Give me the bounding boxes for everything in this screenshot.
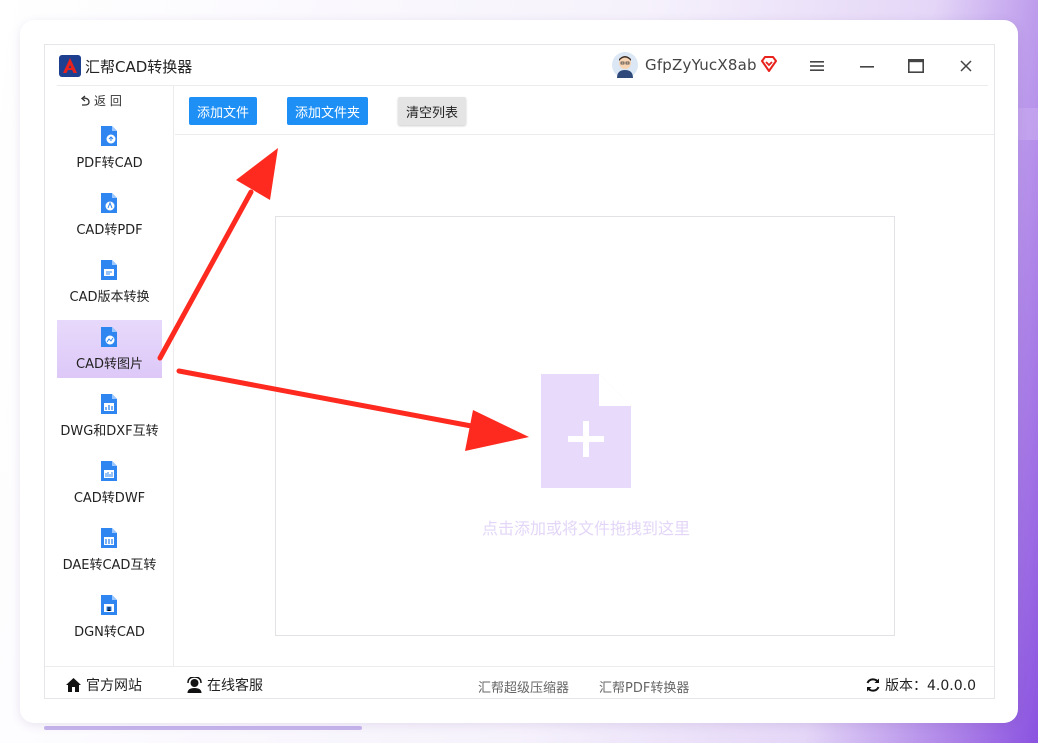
close-button[interactable] xyxy=(955,55,977,77)
add-folder-button[interactable]: 添加文件夹 xyxy=(287,97,368,125)
dae-cad-icon xyxy=(101,528,117,548)
sidebar-item-label: DAE转CAD互转 xyxy=(62,558,157,573)
online-support-link[interactable]: 在线客服 xyxy=(186,675,263,695)
file-drop-zone[interactable]: 点击添加或将文件拖拽到这里 xyxy=(275,216,895,636)
hamburger-icon xyxy=(810,61,824,71)
cad-version-icon xyxy=(101,260,117,280)
sidebar-item-cad-to-pdf[interactable]: CAD转PDF xyxy=(57,186,162,244)
back-button[interactable]: 返 回 xyxy=(79,92,122,109)
official-website-label: 官方网站 xyxy=(86,678,142,694)
add-file-icon xyxy=(541,374,631,488)
online-support-label: 在线客服 xyxy=(207,678,263,694)
refresh-icon xyxy=(866,678,880,692)
clear-list-button[interactable]: 清空列表 xyxy=(398,97,466,125)
avatar[interactable] xyxy=(612,52,638,78)
pdf-to-cad-icon xyxy=(101,126,117,146)
sidebar-item-cad-version[interactable]: CAD版本转换 xyxy=(57,253,162,311)
sidebar-item-label: DGN转CAD xyxy=(74,625,145,640)
maximize-button[interactable] xyxy=(905,55,927,77)
cad-to-pdf-icon xyxy=(101,193,117,213)
background-decoration xyxy=(44,726,362,730)
toolbar: 添加文件 添加文件夹 清空列表 xyxy=(175,86,994,135)
minimize-icon xyxy=(860,66,874,68)
sidebar-item-label: PDF转CAD xyxy=(76,156,143,171)
sidebar-item-pdf-to-cad[interactable]: PDF转CAD xyxy=(57,119,162,177)
back-arrow-icon xyxy=(80,95,90,106)
app-window: 汇帮CAD转换器 GfpZyYucX8ab 返 回 PDF转CAD CAD转PD… xyxy=(44,44,995,699)
cad-to-image-icon xyxy=(101,327,117,347)
version-info[interactable]: 版本：4.0.0.0 xyxy=(865,675,976,695)
drop-hint: 点击添加或将文件拖拽到这里 xyxy=(481,519,690,538)
version-label: 版本：4.0.0.0 xyxy=(885,678,976,694)
sidebar-item-dwg-dxf[interactable]: DWG和DXF互转 xyxy=(57,387,162,445)
sidebar-item-label: CAD转PDF xyxy=(76,223,143,238)
sidebar-item-label: CAD转DWF xyxy=(73,491,146,506)
maximize-icon xyxy=(908,59,924,73)
app-logo-icon xyxy=(59,55,81,77)
official-website-link[interactable]: 官方网站 xyxy=(65,675,142,695)
dwg-dxf-icon xyxy=(101,394,117,414)
sidebar-item-label: CAD版本转换 xyxy=(69,290,150,305)
sidebar-item-label: CAD转图片 xyxy=(76,357,143,372)
close-icon xyxy=(960,60,972,72)
pdf-converter-link[interactable]: 汇帮PDF转换器 xyxy=(599,677,689,696)
dgn-cad-icon xyxy=(101,595,117,615)
back-label: 返 回 xyxy=(94,94,122,108)
customer-service-icon xyxy=(187,677,202,693)
sidebar-item-cad-to-image[interactable]: CAD转图片 xyxy=(57,320,162,378)
footer: 官方网站 在线客服 汇帮超级压缩器 汇帮PDF转换器 版本：4.0.0.0 xyxy=(45,666,994,699)
title-bar: 汇帮CAD转换器 GfpZyYucX8ab xyxy=(45,45,994,87)
sidebar-item-label: DWG和DXF互转 xyxy=(60,424,159,439)
add-file-button[interactable]: 添加文件 xyxy=(189,97,257,125)
menu-button[interactable] xyxy=(806,55,828,77)
username[interactable]: GfpZyYucX8ab xyxy=(645,56,757,74)
sidebar: 返 回 PDF转CAD CAD转PDF CAD版本转换 CAD转图片 DWG和D… xyxy=(45,86,174,666)
vip-diamond-icon[interactable] xyxy=(759,54,779,74)
sidebar-item-cad-to-dwf[interactable]: CAD转DWF xyxy=(57,454,162,512)
home-icon xyxy=(66,678,81,692)
compressor-link[interactable]: 汇帮超级压缩器 xyxy=(478,677,569,696)
cad-to-dwf-icon xyxy=(101,461,117,481)
app-title: 汇帮CAD转换器 xyxy=(85,58,193,76)
sidebar-item-dgn-cad[interactable]: DGN转CAD xyxy=(57,588,162,646)
sidebar-item-dae-cad[interactable]: DAE转CAD互转 xyxy=(57,521,162,579)
minimize-button[interactable] xyxy=(856,55,878,77)
